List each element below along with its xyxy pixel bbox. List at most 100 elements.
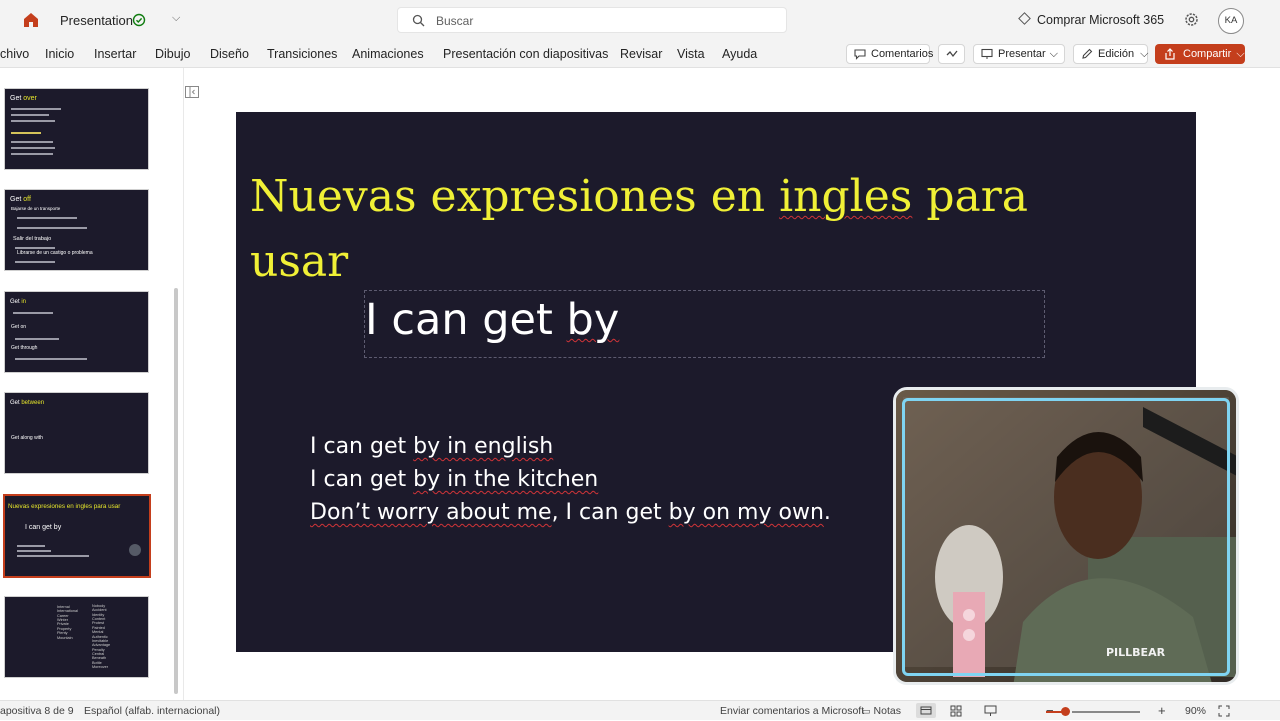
tab-diseno[interactable]: Diseño — [210, 47, 249, 61]
slide-sorter-icon[interactable] — [950, 705, 962, 717]
activity-button[interactable] — [938, 44, 965, 64]
search-box[interactable]: Buscar — [397, 7, 787, 33]
thumb-title: Get off — [10, 196, 31, 203]
settings-gear-icon[interactable] — [1184, 12, 1199, 27]
notes-toggle[interactable]: ▭ Notas — [862, 705, 901, 717]
slide-thumbnail-4[interactable]: Get between Get along with — [4, 392, 149, 474]
thumb-text: I can get by — [25, 524, 62, 531]
body-line-2: I can get by in the kitchen — [310, 467, 599, 492]
tab-archivo[interactable]: chivo — [0, 47, 29, 61]
slide-thumbnail-1[interactable]: Get over — [4, 88, 149, 170]
thumbnail-scrollbar[interactable] — [174, 288, 178, 694]
share-button[interactable]: Compartir ⌵ — [1155, 44, 1245, 64]
zoom-level[interactable]: 90% — [1185, 705, 1206, 717]
spellcheck-word: by on my own — [668, 500, 824, 525]
thumb-webcam-dot — [129, 544, 141, 556]
notes-label: Notas — [873, 705, 901, 717]
thumb-word-column: Internal International Career Winter Pri… — [57, 605, 78, 640]
activity-icon — [946, 50, 958, 58]
account-avatar[interactable]: KA — [1218, 8, 1244, 34]
zoom-slider-track[interactable] — [1072, 711, 1140, 713]
present-chevron-icon[interactable]: ⌵ — [1050, 45, 1058, 63]
thumb-text: Get along with — [11, 435, 43, 441]
thumb-text-line — [15, 358, 87, 360]
normal-view-button[interactable] — [916, 703, 936, 718]
thumb-text-line — [11, 153, 53, 155]
document-title[interactable]: Presentation — [60, 13, 133, 28]
tab-transiciones[interactable]: Transiciones — [267, 47, 337, 61]
editing-chevron-icon: ⌵ — [1140, 48, 1149, 60]
tab-revisar[interactable]: Revisar — [620, 47, 662, 61]
thumb-text-line — [17, 550, 51, 552]
slide-thumbnail-3[interactable]: Get in Get on Get through — [4, 291, 149, 373]
thumb-title: Nuevas expresiones en ingles para usar — [8, 503, 121, 510]
collapse-pane-icon[interactable] — [184, 85, 200, 99]
thumb-text-line — [11, 120, 55, 122]
slide-body-text[interactable]: I can get by in english I can get by in … — [310, 430, 831, 529]
editing-mode-button[interactable]: Edición ⌵ — [1073, 44, 1148, 64]
webcam-overlay: PILLBEAR — [893, 387, 1239, 685]
thumb-text-line — [17, 217, 77, 219]
title-menu-chevron-icon[interactable]: ⌵ — [172, 12, 180, 25]
slide-title[interactable]: Nuevas expresiones en ingles para usar — [250, 164, 1050, 294]
feedback-link[interactable]: Enviar comentarios a Microsoft — [720, 705, 864, 717]
tab-animaciones[interactable]: Animaciones — [352, 47, 424, 61]
saved-status-icon — [132, 13, 146, 27]
thumb-text-line — [11, 114, 49, 116]
tab-dibujo[interactable]: Dibujo — [155, 47, 190, 61]
tab-insertar[interactable]: Insertar — [94, 47, 136, 61]
share-label: Compartir — [1183, 48, 1232, 60]
notes-icon: ▭ — [862, 706, 871, 716]
present-button[interactable]: Presentar ⌵ — [973, 44, 1065, 64]
webcam-frame-border — [902, 398, 1230, 676]
tab-inicio[interactable]: Inicio — [45, 47, 74, 61]
comment-icon — [854, 49, 866, 60]
thumb-title: Get between — [10, 400, 45, 406]
thumb-title: Get over — [10, 95, 37, 102]
zoom-in-icon[interactable]: + — [1158, 703, 1166, 718]
search-icon — [412, 14, 425, 27]
slide-thumbnail-5-selected[interactable]: Nuevas expresiones en ingles para usar I… — [3, 494, 151, 578]
slideshow-view-icon[interactable] — [984, 705, 997, 717]
slide-thumbnail-6[interactable]: Internal International Career Winter Pri… — [4, 596, 149, 678]
spellcheck-word: by — [566, 295, 620, 345]
body-line-1: I can get by in english — [310, 434, 554, 459]
thumb-text-line — [15, 261, 55, 263]
search-placeholder: Buscar — [436, 14, 474, 28]
tab-vista[interactable]: Vista — [677, 47, 705, 61]
share-icon — [1165, 48, 1175, 60]
thumb-text-line — [11, 141, 53, 143]
buy-microsoft-365-link[interactable]: Comprar Microsoft 365 — [1018, 12, 1164, 27]
body-line-3: Don’t worry about me, I can get by on my… — [310, 500, 831, 525]
comments-button[interactable]: Comentarios — [846, 44, 933, 64]
status-bar: apositiva 8 de 9 Español (alfab. interna… — [0, 700, 1280, 720]
subtitle-text-box[interactable]: I can get by — [364, 290, 1045, 358]
present-label: Presentar — [998, 48, 1046, 60]
thumb-text-line — [15, 338, 59, 340]
thumb-text-line — [17, 545, 45, 547]
zoom-slider-handle[interactable] — [1061, 707, 1070, 716]
fit-to-window-icon[interactable] — [1218, 705, 1230, 717]
pencil-icon — [1082, 48, 1093, 59]
slide-thumbnail-2[interactable]: Get off Bajarse de un transporte Salir d… — [4, 189, 149, 271]
thumb-text: Librarse de un castigo o problema — [17, 250, 93, 256]
thumb-text: Salir del trabajo — [13, 236, 52, 242]
spellcheck-word: Don’t worry about me — [310, 500, 552, 525]
spellcheck-word: by in the kitchen — [413, 467, 599, 492]
thumb-word-column: Nobody Accident Identity Content Protest… — [92, 604, 111, 670]
diamond-icon — [1018, 12, 1031, 25]
tab-ayuda[interactable]: Ayuda — [722, 47, 757, 61]
spellcheck-word: ingles — [779, 171, 913, 222]
thumb-text-line — [13, 312, 53, 314]
spellcheck-word: by in english — [413, 434, 554, 459]
slide-subtitle[interactable]: I can get by — [365, 295, 619, 345]
thumb-text-line — [17, 227, 87, 229]
title-bar: Presentation ⌵ Buscar Comprar Microsoft … — [0, 0, 1280, 40]
thumb-text: Bajarse de un transporte — [11, 206, 61, 211]
language-indicator[interactable]: Español (alfab. internacional) — [84, 705, 220, 717]
present-icon — [981, 48, 993, 59]
home-icon[interactable] — [22, 11, 40, 29]
thumb-text-line — [11, 132, 41, 134]
tab-presentacion[interactable]: Presentación con diapositivas — [443, 47, 608, 61]
thumb-text-line — [11, 108, 61, 110]
